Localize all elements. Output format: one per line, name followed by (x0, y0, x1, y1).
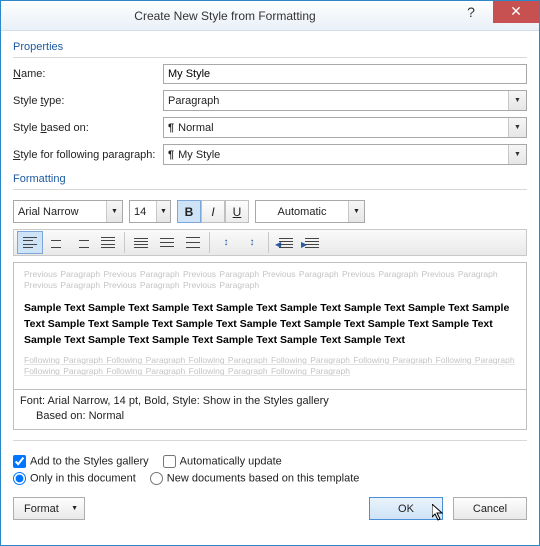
chevron-down-icon: ▼ (156, 201, 170, 222)
help-button[interactable]: ? (449, 1, 493, 23)
only-in-document-radio[interactable]: Only in this document (13, 472, 136, 485)
auto-update-checkbox[interactable]: Automatically update (163, 455, 282, 468)
separator (13, 57, 527, 58)
space-before-increase-button[interactable]: ↕ (213, 231, 239, 254)
style-description: Font: Arial Narrow, 14 pt, Bold, Style: … (13, 390, 527, 430)
align-left-button[interactable] (17, 231, 43, 254)
chevron-down-icon: ▼ (71, 505, 78, 512)
style-type-label: Style type: (13, 95, 163, 107)
description-line-2: Based on: Normal (20, 409, 520, 424)
separator (124, 232, 125, 253)
style-preview: Previous Paragraph Previous Paragraph Pr… (13, 262, 527, 390)
chevron-down-icon: ▼ (508, 145, 526, 164)
decrease-indent-button[interactable]: ◀ (272, 231, 298, 254)
following-paragraph-combo[interactable]: ¶My Style ▼ (163, 144, 527, 165)
style-type-combo[interactable]: Paragraph ▼ (163, 90, 527, 111)
paragraph-toolbar: ↕ ↕ ◀ ◀ (13, 229, 527, 256)
chevron-down-icon: ▼ (106, 201, 122, 222)
dialog-window: Create New Style from Formatting ? ✕ Pro… (0, 0, 540, 546)
space-before-decrease-button[interactable]: ↕ (239, 231, 265, 254)
separator (209, 232, 210, 253)
chevron-down-icon: ▼ (508, 118, 526, 137)
align-justify-button[interactable] (95, 231, 121, 254)
pilcrow-icon: ¶ (168, 149, 174, 161)
following-paragraph-label: Style for following paragraph: (13, 149, 163, 161)
properties-heading: Properties (13, 41, 527, 53)
separator (268, 232, 269, 253)
line-spacing-1-button[interactable] (128, 231, 154, 254)
pilcrow-icon: ¶ (168, 122, 174, 134)
italic-button[interactable]: I (201, 200, 225, 223)
add-to-gallery-checkbox[interactable]: Add to the Styles gallery (13, 455, 149, 468)
line-spacing-1-5-button[interactable] (154, 231, 180, 254)
name-label: Name: (13, 68, 163, 80)
separator (13, 440, 527, 441)
separator (13, 189, 527, 190)
ok-button[interactable]: OK (369, 497, 443, 520)
formatting-heading: Formatting (13, 173, 527, 185)
underline-button[interactable]: U (225, 200, 249, 223)
format-button[interactable]: Format▼ (13, 497, 85, 520)
preview-sample-text: Sample Text Sample Text Sample Text Samp… (24, 300, 516, 349)
dialog-title: Create New Style from Formatting (1, 9, 449, 23)
based-on-label: Style based on: (13, 122, 163, 134)
cursor-icon (432, 504, 446, 522)
font-color-combo[interactable]: Automatic ▼ (255, 200, 365, 223)
cancel-button[interactable]: Cancel (453, 497, 527, 520)
titlebar[interactable]: Create New Style from Formatting ? ✕ (1, 1, 539, 31)
chevron-down-icon: ▼ (508, 91, 526, 110)
close-button[interactable]: ✕ (493, 1, 539, 23)
preview-previous-text: Previous Paragraph Previous Paragraph Pr… (24, 269, 516, 292)
dialog-content: Properties Name: Style type: Paragraph ▼… (1, 31, 539, 545)
chevron-down-icon: ▼ (348, 201, 364, 222)
new-documents-template-radio[interactable]: New documents based on this template (150, 472, 360, 485)
name-input[interactable] (163, 64, 527, 84)
increase-indent-button[interactable]: ◀ (298, 231, 324, 254)
align-right-button[interactable] (69, 231, 95, 254)
preview-following-text: Following Paragraph Following Paragraph … (24, 355, 516, 378)
bold-button[interactable]: B (177, 200, 201, 223)
line-spacing-2-button[interactable] (180, 231, 206, 254)
font-size-combo[interactable]: 14 ▼ (129, 200, 171, 223)
based-on-combo[interactable]: ¶Normal ▼ (163, 117, 527, 138)
description-line-1: Font: Arial Narrow, 14 pt, Bold, Style: … (20, 394, 520, 409)
font-combo[interactable]: Arial Narrow ▼ (13, 200, 123, 223)
align-center-button[interactable] (43, 231, 69, 254)
